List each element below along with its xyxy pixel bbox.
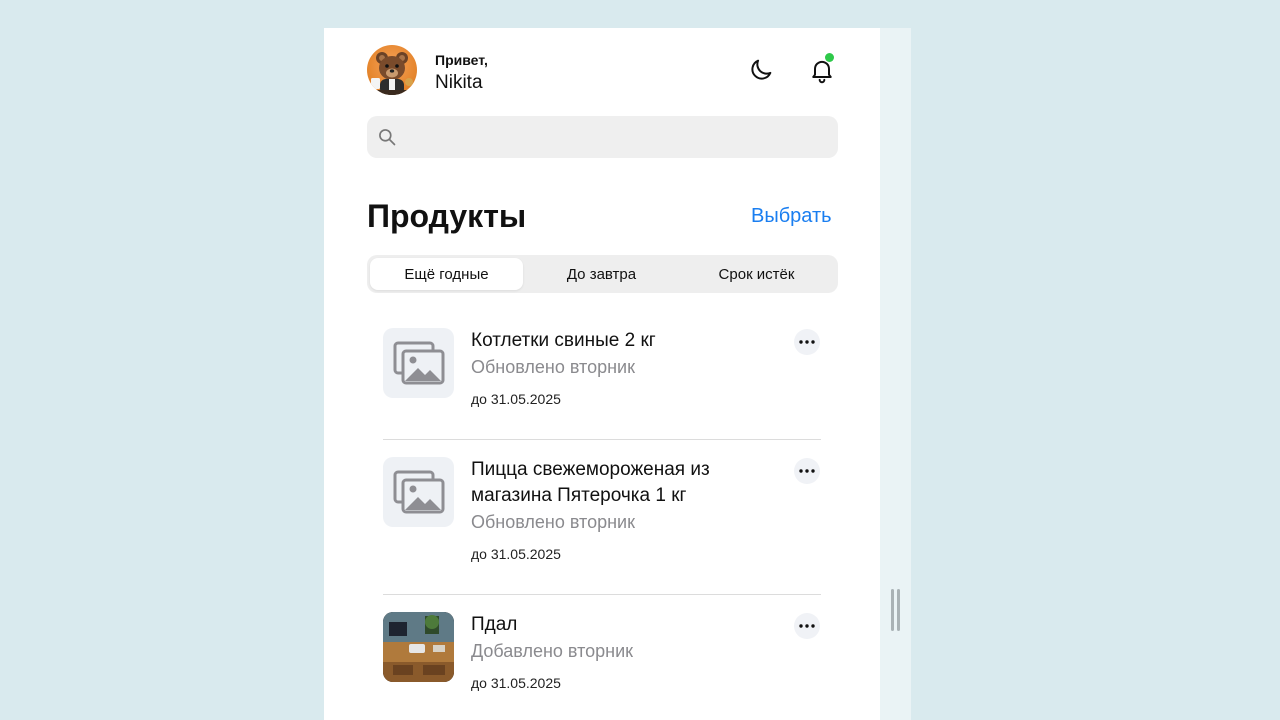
product-thumbnail <box>383 328 454 398</box>
image-placeholder-icon <box>393 470 444 514</box>
ellipsis-icon <box>799 624 815 628</box>
ellipsis-icon <box>799 340 815 344</box>
search-icon <box>379 129 396 146</box>
tab-until-tomorrow[interactable]: До завтра <box>525 258 678 290</box>
product-expiry: до 31.05.2025 <box>471 546 561 562</box>
theme-toggle-button[interactable] <box>745 54 777 86</box>
resize-handle[interactable] <box>891 589 900 631</box>
divider <box>383 594 821 595</box>
product-thumbnail <box>383 612 454 682</box>
ellipsis-icon <box>799 469 815 473</box>
filter-tabs: Ещё годные До завтра Срок истёк <box>367 255 838 293</box>
divider <box>383 439 821 440</box>
more-button[interactable] <box>794 613 820 639</box>
image-placeholder-icon <box>393 341 444 385</box>
more-button[interactable] <box>794 329 820 355</box>
user-name: Nikita <box>435 72 483 93</box>
select-button[interactable]: Выбрать <box>751 203 832 229</box>
tab-still-good[interactable]: Ещё годные <box>370 258 523 290</box>
product-updated: Обновлено вторник <box>471 512 635 532</box>
product-expiry: до 31.05.2025 <box>471 675 561 691</box>
page-title: Продукты <box>367 198 527 234</box>
search-bar[interactable] <box>367 116 838 160</box>
app-window: Привет, Nikita Продукты Выбрать Ещё годн… <box>324 28 880 720</box>
resize-grip <box>891 589 894 631</box>
notification-dot <box>825 53 834 62</box>
product-thumbnail <box>383 457 454 527</box>
bear-avatar-icon <box>367 52 417 95</box>
resize-grip <box>897 589 900 631</box>
tab-expired[interactable]: Срок истёк <box>680 258 833 290</box>
more-button[interactable] <box>794 458 820 484</box>
greeting: Привет, Nikita <box>435 51 488 95</box>
product-photo <box>383 612 454 682</box>
product-title: Пдал <box>471 614 518 635</box>
list-item[interactable]: Пдал Добавлено вторник до 31.05.2025 <box>383 612 821 702</box>
header: Привет, Nikita <box>367 45 837 97</box>
list-item[interactable]: Пицца свежемороженая из магазина Пятероч… <box>383 457 821 567</box>
list-item[interactable]: Котлетки свиные 2 кг Обновлено вторник д… <box>383 328 821 418</box>
screen: Привет, Nikita Продукты Выбрать Ещё годн… <box>0 0 1280 720</box>
greeting-text: Привет, <box>435 52 488 68</box>
product-added: Добавлено вторник <box>471 641 634 661</box>
product-expiry: до 31.05.2025 <box>471 391 561 407</box>
search-input[interactable] <box>407 116 831 160</box>
product-title: Пицца свежемороженая из магазина Пятероч… <box>471 459 710 506</box>
moon-icon <box>751 59 772 80</box>
notifications-button[interactable] <box>806 53 838 86</box>
avatar[interactable] <box>367 45 417 95</box>
product-updated: Обновлено вторник <box>471 357 635 377</box>
product-title: Котлетки свиные 2 кг <box>471 330 656 351</box>
